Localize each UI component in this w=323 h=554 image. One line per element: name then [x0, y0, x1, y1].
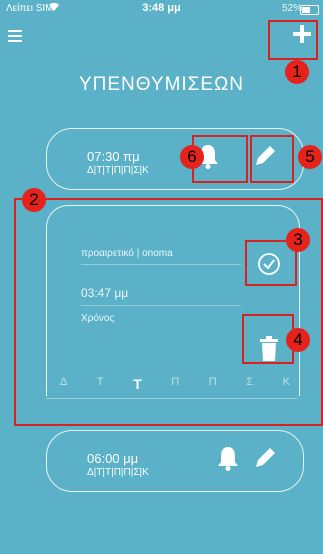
edit-icon[interactable] — [252, 445, 278, 476]
annotation-badge: 3 — [286, 228, 310, 252]
reminder-days: Δ|Τ|Τ|Π|Π|Σ|Κ — [87, 467, 149, 478]
bell-icon[interactable] — [217, 445, 239, 476]
reminder-time: 06:00 μμ — [87, 451, 139, 466]
battery-percent: 52% — [282, 3, 303, 14]
annotation-badge: 6 — [180, 145, 204, 169]
annotation-box — [14, 198, 323, 426]
reminder-time: 07:30 πμ — [87, 149, 140, 164]
annotation-box — [268, 20, 318, 60]
page-title: ΥΠΕΝΘΥΜΙΣΕΩΝ — [78, 74, 245, 95]
annotation-badge: 2 — [22, 188, 46, 212]
reminder-days: Δ|Τ|Τ|Π|Π|Σ|Κ — [87, 165, 149, 176]
battery-icon — [300, 5, 319, 15]
annotation-badge: 5 — [298, 145, 322, 169]
status-time: 3:48 μμ — [142, 2, 181, 14]
status-bar: Λείπει SIM 3:48 μμ 52% — [0, 0, 323, 18]
reminder-card[interactable]: 06:00 μμ Δ|Τ|Τ|Π|Π|Σ|Κ — [46, 430, 304, 492]
menu-icon[interactable] — [8, 30, 22, 45]
annotation-box — [250, 135, 294, 183]
annotation-badge: 4 — [286, 328, 310, 352]
annotation-badge: 1 — [285, 60, 309, 84]
